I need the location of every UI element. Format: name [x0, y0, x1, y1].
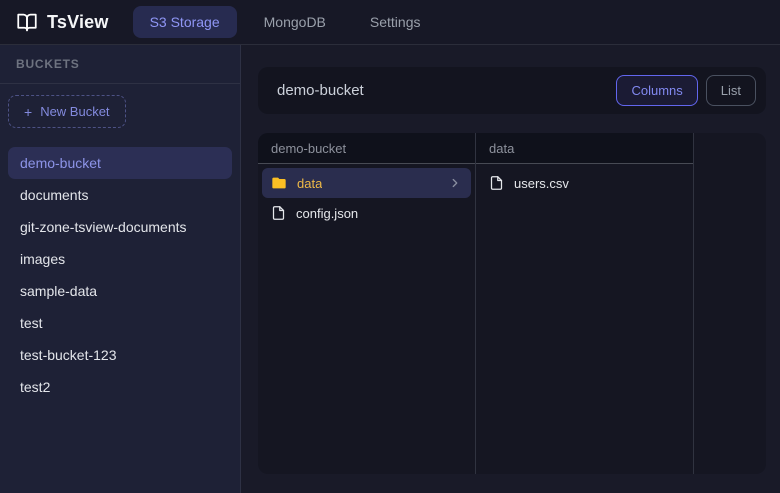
sidebar-item-images[interactable]: images: [8, 243, 232, 275]
sidebar-item-test-bucket-123[interactable]: test-bucket-123: [8, 339, 232, 371]
list-view-button[interactable]: List: [706, 75, 756, 106]
column-data: data users.csv: [476, 133, 694, 474]
sidebar-item-test[interactable]: test: [8, 307, 232, 339]
entry-file-users-csv[interactable]: users.csv: [480, 168, 689, 198]
sidebar-item-documents[interactable]: documents: [8, 179, 232, 211]
column-body: users.csv: [476, 164, 693, 202]
main-content: demo-bucket Columns List demo-bucket dat…: [241, 45, 780, 493]
bucket-title: demo-bucket: [277, 82, 364, 99]
topbar: TsView S3 Storage MongoDB Settings: [0, 0, 780, 45]
entry-label: users.csv: [514, 176, 569, 191]
buckets-sidebar: BUCKETS + New Bucket demo-bucket documen…: [0, 45, 241, 493]
entry-folder-data[interactable]: data: [262, 168, 471, 198]
plus-icon: +: [24, 105, 32, 119]
file-icon: [489, 175, 504, 191]
bucket-header-panel: demo-bucket Columns List: [258, 67, 766, 114]
folder-icon: [271, 175, 287, 191]
column-demo-bucket: demo-bucket data: [258, 133, 476, 474]
new-bucket-button[interactable]: + New Bucket: [8, 95, 126, 128]
new-bucket-label: New Bucket: [40, 104, 109, 119]
sidebar-section-title: BUCKETS: [0, 45, 240, 84]
entry-file-config-json[interactable]: config.json: [262, 198, 471, 228]
sidebar-item-sample-data[interactable]: sample-data: [8, 275, 232, 307]
sidebar-item-demo-bucket[interactable]: demo-bucket: [8, 147, 232, 179]
file-columns-panel: demo-bucket data: [258, 133, 766, 474]
tab-settings[interactable]: Settings: [353, 6, 438, 38]
columns-view-button[interactable]: Columns: [616, 75, 697, 106]
entry-label: data: [297, 176, 322, 191]
entry-label: config.json: [296, 206, 358, 221]
column-header: demo-bucket: [258, 133, 475, 164]
tab-s3-storage[interactable]: S3 Storage: [133, 6, 237, 38]
bucket-list: demo-bucket documents git-zone-tsview-do…: [0, 136, 240, 403]
file-icon: [271, 205, 286, 221]
app-logo: TsView: [16, 12, 109, 33]
chevron-right-icon: [448, 176, 462, 190]
tab-mongodb[interactable]: MongoDB: [247, 6, 343, 38]
top-nav: S3 Storage MongoDB Settings: [133, 6, 438, 38]
column-body: data: [258, 164, 475, 232]
sidebar-item-test2[interactable]: test2: [8, 371, 232, 403]
column-header: data: [476, 133, 693, 164]
sidebar-item-git-zone-tsview-documents[interactable]: git-zone-tsview-documents: [8, 211, 232, 243]
book-open-icon: [16, 12, 38, 33]
app-title: TsView: [47, 12, 109, 33]
main-layout: BUCKETS + New Bucket demo-bucket documen…: [0, 45, 780, 493]
new-bucket-wrap: + New Bucket: [0, 84, 240, 136]
